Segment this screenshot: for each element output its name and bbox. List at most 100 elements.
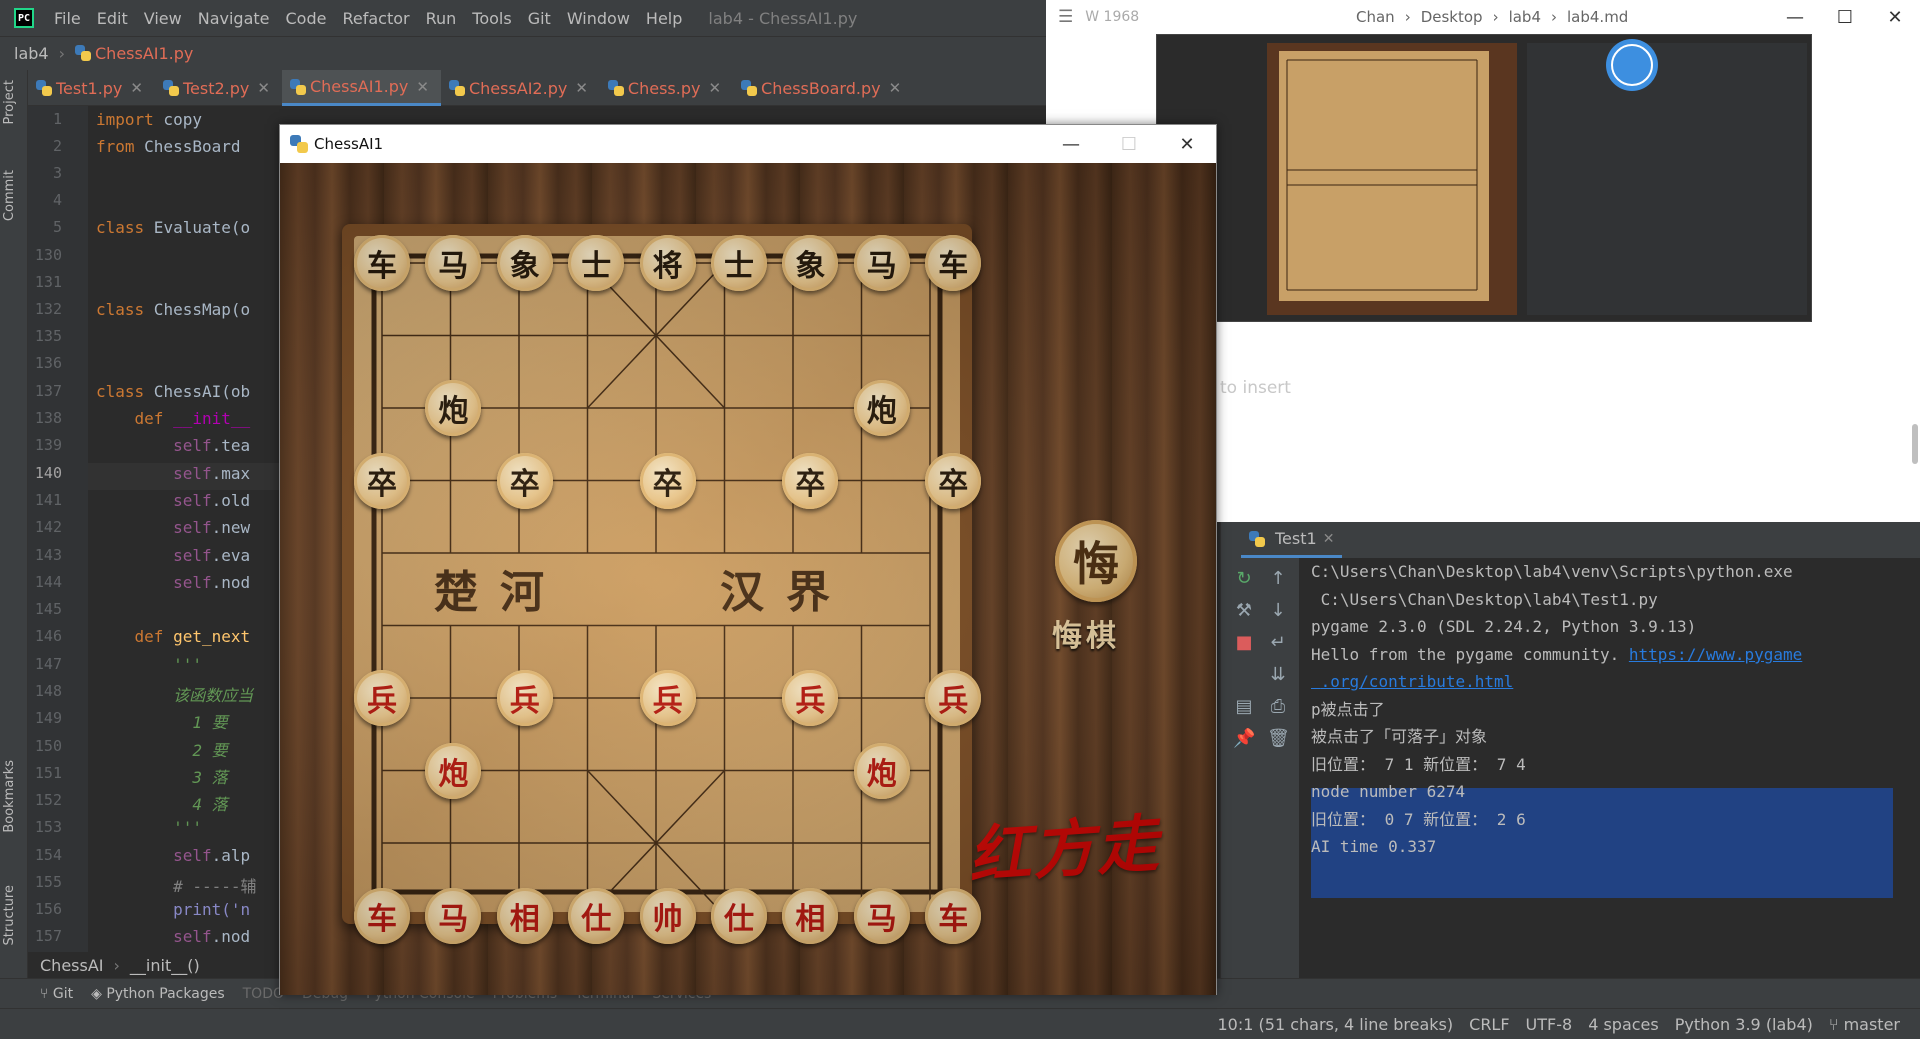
black-piece[interactable]: 车 xyxy=(925,235,982,291)
red-piece[interactable]: 相 xyxy=(496,887,553,944)
close-icon[interactable]: ✕ xyxy=(889,79,902,97)
menu-navigate[interactable]: Navigate xyxy=(190,9,278,28)
insert-hint[interactable]: to insert xyxy=(1220,378,1291,398)
minimize-icon[interactable]: — xyxy=(1042,134,1100,155)
black-piece[interactable]: 车 xyxy=(354,235,410,291)
print-icon[interactable]: ⎙ xyxy=(1267,696,1289,718)
black-cannon-piece[interactable]: 炮 xyxy=(425,380,482,436)
close-icon[interactable]: ✕ xyxy=(1158,134,1216,155)
menu-help[interactable]: Help xyxy=(638,9,690,28)
chess-board[interactable]: 楚河 汉界 车马象士将士象马车炮炮卒卒卒卒卒兵兵兵兵兵炮炮车马相仕帅仕相马车 xyxy=(342,224,982,944)
python-packages-tool-button[interactable]: ◈ Python Packages xyxy=(91,986,225,1002)
black-pawn-piece[interactable]: 卒 xyxy=(496,452,553,509)
menu-tools[interactable]: Tools xyxy=(464,9,519,28)
tab-test1[interactable]: Test1.py ✕ xyxy=(28,70,155,106)
layout-icon[interactable]: ▤ xyxy=(1233,696,1255,718)
red-pawn-piece[interactable]: 兵 xyxy=(354,670,410,726)
wrench-icon[interactable]: ⚒ xyxy=(1233,600,1255,622)
tool-project[interactable]: Project xyxy=(2,80,17,124)
black-piece[interactable]: 马 xyxy=(425,235,482,291)
black-pawn-piece[interactable]: 卒 xyxy=(639,452,696,509)
red-cannon-piece[interactable]: 炮 xyxy=(853,742,910,799)
scroll-down-icon[interactable]: ↓ xyxy=(1267,600,1289,622)
red-piece[interactable]: 帅 xyxy=(639,887,696,944)
black-piece[interactable]: 士 xyxy=(711,235,767,291)
run-console-output[interactable]: C:\Users\Chan\Desktop\lab4\venv\Scripts\… xyxy=(1299,558,1920,978)
breadcrumb-project[interactable]: lab4 xyxy=(14,44,49,63)
indent-setting[interactable]: 4 spaces xyxy=(1588,1015,1659,1034)
menu-file[interactable]: File xyxy=(46,9,89,28)
rerun-icon[interactable]: ↻ xyxy=(1233,568,1255,590)
red-piece[interactable]: 车 xyxy=(925,887,982,944)
close-icon[interactable]: ✕ xyxy=(1323,531,1335,547)
menu-refactor[interactable]: Refactor xyxy=(334,9,417,28)
pygame-link[interactable]: .org/contribute.html xyxy=(1311,668,1514,695)
python-interpreter[interactable]: Python 3.9 (lab4) xyxy=(1675,1015,1813,1034)
menu-git[interactable]: Git xyxy=(520,9,559,28)
red-piece[interactable]: 马 xyxy=(425,887,482,944)
scroll-to-end-icon[interactable]: ⇊ xyxy=(1267,664,1289,686)
pycharm-logo-icon[interactable]: PC xyxy=(14,8,34,28)
red-pawn-piece[interactable]: 兵 xyxy=(782,670,839,726)
soft-wrap-icon[interactable]: ↵ xyxy=(1267,632,1289,654)
menu-run[interactable]: Run xyxy=(418,9,465,28)
close-icon[interactable]: ✕ xyxy=(130,79,143,97)
path-segment[interactable]: lab4 xyxy=(1509,8,1541,26)
tool-structure[interactable]: Structure xyxy=(2,885,17,945)
caret-position[interactable]: 10:1 (51 chars, 4 line breaks) xyxy=(1218,1015,1454,1034)
file-encoding[interactable]: UTF-8 xyxy=(1526,1015,1573,1034)
black-piece[interactable]: 象 xyxy=(496,235,553,291)
undo-button[interactable]: 悔 xyxy=(1055,520,1137,602)
close-icon[interactable]: ✕ xyxy=(708,79,721,97)
menu-window[interactable]: Window xyxy=(559,9,638,28)
menu-view[interactable]: View xyxy=(136,9,190,28)
red-piece[interactable]: 仕 xyxy=(711,887,767,944)
trash-icon[interactable]: 🗑 xyxy=(1267,728,1290,750)
tab-chessai2[interactable]: ChessAI2.py ✕ xyxy=(441,70,600,106)
black-pawn-piece[interactable]: 卒 xyxy=(354,452,410,509)
tab-test2[interactable]: Test2.py ✕ xyxy=(155,70,282,106)
red-piece[interactable]: 相 xyxy=(782,887,839,944)
doc-scrollbar[interactable] xyxy=(1912,424,1918,464)
crumb-method[interactable]: __init__() xyxy=(130,956,200,975)
undo-label[interactable]: 悔棋 xyxy=(1052,611,1120,655)
path-segment[interactable]: Desktop xyxy=(1421,8,1483,26)
red-piece[interactable]: 马 xyxy=(853,887,910,944)
path-segment[interactable]: Chan xyxy=(1356,8,1395,26)
line-separator[interactable]: CRLF xyxy=(1469,1015,1509,1034)
close-icon[interactable]: ✕ xyxy=(1870,7,1920,28)
scroll-up-icon[interactable]: ↑ xyxy=(1267,568,1289,590)
game-canvas[interactable]: 楚河 汉界 车马象士将士象马车炮炮卒卒卒卒卒兵兵兵兵兵炮炮车马相仕帅仕相马车 悔… xyxy=(280,163,1216,995)
red-cannon-piece[interactable]: 炮 xyxy=(425,742,482,799)
path-segment[interactable]: lab4.md xyxy=(1567,8,1628,26)
maximize-icon[interactable]: ☐ xyxy=(1100,134,1158,155)
hamburger-menu-icon[interactable]: ☰ xyxy=(1058,7,1073,27)
black-pawn-piece[interactable]: 卒 xyxy=(925,452,982,509)
maximize-icon[interactable]: ☐ xyxy=(1820,7,1870,28)
pin-icon[interactable]: 📌 xyxy=(1233,728,1255,750)
tool-bookmarks[interactable]: Bookmarks xyxy=(2,760,17,833)
red-pawn-piece[interactable]: 兵 xyxy=(925,670,982,726)
red-piece[interactable]: 车 xyxy=(354,887,410,944)
red-piece[interactable]: 仕 xyxy=(568,887,625,944)
git-tool-button[interactable]: ⑂ Git xyxy=(40,986,73,1002)
tab-chessai1[interactable]: ChessAI1.py ✕ xyxy=(281,70,441,106)
black-piece[interactable]: 将 xyxy=(639,235,696,291)
close-icon[interactable]: ✕ xyxy=(575,79,588,97)
black-piece[interactable]: 士 xyxy=(568,235,625,291)
close-icon[interactable]: ✕ xyxy=(257,79,270,97)
close-icon[interactable]: ✕ xyxy=(416,78,429,96)
pygame-link[interactable]: https://www.pygame xyxy=(1629,645,1802,664)
menu-edit[interactable]: Edit xyxy=(89,9,136,28)
run-tab-test1[interactable]: Test1 ✕ xyxy=(1241,522,1343,558)
menu-code[interactable]: Code xyxy=(278,9,335,28)
tab-chess[interactable]: Chess.py ✕ xyxy=(600,70,733,106)
minimize-icon[interactable]: — xyxy=(1770,7,1820,28)
black-piece[interactable]: 象 xyxy=(782,235,839,291)
red-pawn-piece[interactable]: 兵 xyxy=(639,670,696,726)
crumb-class[interactable]: ChessAI xyxy=(40,956,104,975)
black-pawn-piece[interactable]: 卒 xyxy=(782,452,839,509)
black-piece[interactable]: 马 xyxy=(853,235,910,291)
breadcrumb-file[interactable]: ChessAI1.py xyxy=(75,44,193,63)
git-branch[interactable]: ⑂ master xyxy=(1829,1015,1900,1034)
